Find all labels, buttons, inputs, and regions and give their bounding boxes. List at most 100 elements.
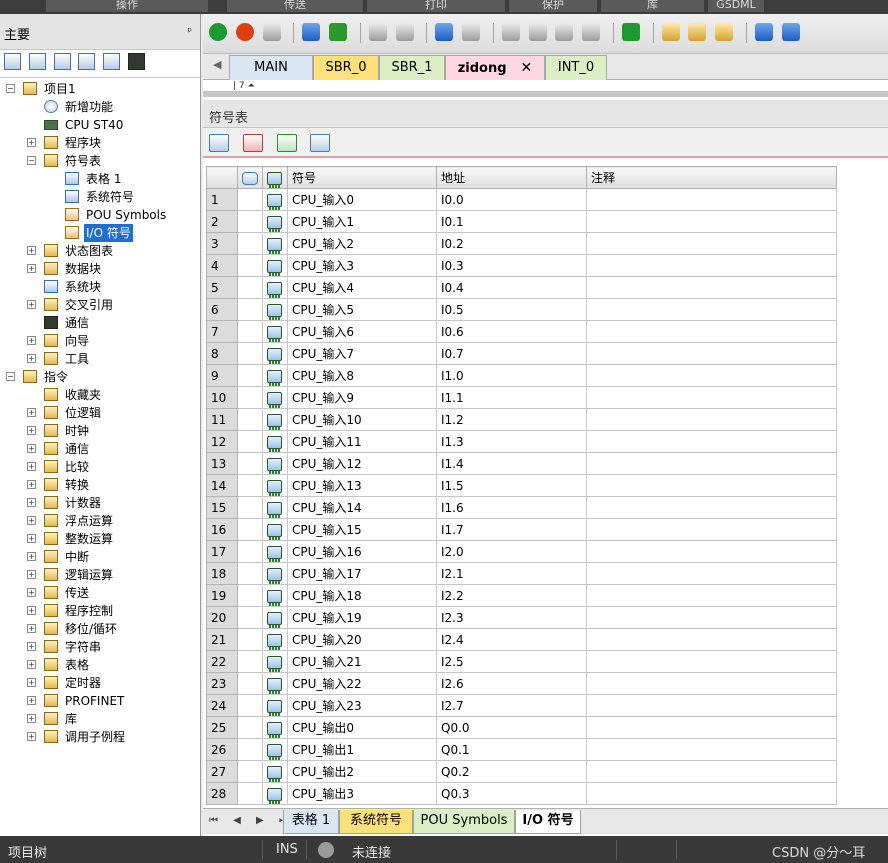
row-number[interactable]: 18 — [206, 562, 238, 585]
expand-icon[interactable]: + — [27, 678, 36, 687]
table-row[interactable]: 7 CPU_输入6 I0.6 — [206, 320, 837, 343]
tab-sbr1[interactable]: SBR_1 — [379, 55, 445, 80]
symbol-cell[interactable]: CPU_输入3 — [287, 254, 437, 277]
comment-cell[interactable] — [586, 430, 837, 453]
comment-cell[interactable] — [586, 452, 837, 475]
tree-item[interactable]: + 程序块 — [0, 134, 200, 152]
run-icon[interactable] — [209, 23, 227, 41]
comment-cell[interactable] — [586, 562, 837, 585]
tree-item[interactable]: + 位逻辑 — [0, 404, 200, 422]
add-table-icon[interactable] — [209, 134, 229, 152]
tree-item[interactable]: + 逻辑运算 — [0, 566, 200, 584]
tree-item[interactable]: POU Symbols — [0, 206, 200, 224]
tree-item[interactable]: I/O 符号 — [0, 224, 200, 242]
tree-item[interactable]: 收藏夹 — [0, 386, 200, 404]
symbol-cell[interactable]: CPU_输入12 — [287, 452, 437, 475]
address-cell[interactable]: I1.3 — [436, 430, 587, 453]
address-cell[interactable]: I2.3 — [436, 606, 587, 629]
symbol-cell[interactable]: CPU_输入14 — [287, 496, 437, 519]
symbol-cell[interactable]: CPU_输入9 — [287, 386, 437, 409]
row-number[interactable]: 17 — [206, 540, 238, 563]
row-number[interactable]: 3 — [206, 232, 238, 255]
ribbon-tab-transfer[interactable]: 传送 — [227, 0, 363, 12]
pin-icon[interactable]: ᵖ — [187, 25, 192, 38]
address-cell[interactable]: I1.6 — [436, 496, 587, 519]
comment-cell[interactable] — [586, 716, 837, 739]
view-system-icon[interactable] — [103, 53, 121, 70]
symbol-cell[interactable]: CPU_输入22 — [287, 672, 437, 695]
tab-scroll-left-icon[interactable]: ◀ — [213, 58, 221, 71]
symbol-cell[interactable]: CPU_输入1 — [287, 210, 437, 233]
expand-icon[interactable]: + — [27, 606, 36, 615]
program-status-icon[interactable] — [435, 23, 454, 41]
address-cell[interactable]: I0.4 — [436, 276, 587, 299]
symbol-cell[interactable]: CPU_输出1 — [287, 738, 437, 761]
row-number[interactable]: 6 — [206, 298, 238, 321]
tree-item[interactable]: + 调用子例程 — [0, 728, 200, 746]
table-row[interactable]: 11 CPU_输入10 I1.2 — [206, 408, 837, 431]
address-cell[interactable]: I0.2 — [436, 232, 587, 255]
view-comm-icon[interactable] — [128, 53, 146, 70]
lock-add-icon[interactable] — [715, 23, 734, 41]
address-cell[interactable]: Q0.2 — [436, 760, 587, 783]
tree-item[interactable]: + PROFINET — [0, 692, 200, 710]
symbol-cell[interactable]: CPU_输入23 — [287, 694, 437, 717]
address-cell[interactable]: I0.3 — [436, 254, 587, 277]
tab-main[interactable]: MAIN — [229, 55, 313, 80]
expand-icon[interactable]: + — [27, 660, 36, 669]
sheet-tab-io-symbols[interactable]: I/O 符号 — [515, 810, 581, 834]
ribbon-tab-library[interactable]: 库 — [601, 0, 704, 12]
address-cell[interactable]: I2.2 — [436, 584, 587, 607]
coil-icon[interactable] — [528, 23, 547, 41]
ribbon-tab-print[interactable]: 打印 — [367, 0, 505, 12]
collapse-icon[interactable]: − — [6, 372, 15, 381]
table-row[interactable]: 20 CPU_输入19 I2.3 — [206, 606, 837, 629]
comment-cell[interactable] — [586, 584, 837, 607]
comment-cell[interactable] — [586, 650, 837, 673]
symbol-cell[interactable]: CPU_输入19 — [287, 606, 437, 629]
table-row[interactable]: 17 CPU_输入16 I2.0 — [206, 540, 837, 563]
expand-icon[interactable]: + — [27, 642, 36, 651]
expand-icon[interactable]: + — [27, 534, 36, 543]
line-icon[interactable] — [781, 23, 800, 41]
sheet-tab-system-symbols[interactable]: 系统符号 — [339, 810, 413, 834]
tree-item[interactable]: − 符号表 — [0, 152, 200, 170]
address-cell[interactable]: I2.6 — [436, 672, 587, 695]
expand-icon[interactable]: + — [27, 246, 36, 255]
tree-item[interactable]: + 浮点运算 — [0, 512, 200, 530]
address-cell[interactable]: I2.4 — [436, 628, 587, 651]
address-cell[interactable]: I2.0 — [436, 540, 587, 563]
address-cell[interactable]: Q0.1 — [436, 738, 587, 761]
comment-cell[interactable] — [586, 496, 837, 519]
expand-icon[interactable]: + — [27, 336, 36, 345]
tree-item[interactable]: + 表格 — [0, 656, 200, 674]
tree-item[interactable]: + 程序控制 — [0, 602, 200, 620]
expand-icon[interactable]: + — [27, 570, 36, 579]
table-row[interactable]: 26 CPU_输出1 Q0.1 — [206, 738, 837, 761]
expand-icon[interactable]: + — [27, 408, 36, 417]
row-number[interactable]: 8 — [206, 342, 238, 365]
tree-item[interactable]: + 中断 — [0, 548, 200, 566]
symbol-cell[interactable]: CPU_输入21 — [287, 650, 437, 673]
expand-icon[interactable]: + — [27, 714, 36, 723]
comment-cell[interactable] — [586, 364, 837, 387]
table-row[interactable]: 18 CPU_输入17 I2.1 — [206, 562, 837, 585]
expand-icon[interactable]: + — [27, 444, 36, 453]
tree-item[interactable]: + 交叉引用 — [0, 296, 200, 314]
stop-icon[interactable] — [235, 23, 254, 41]
unlock-icon[interactable] — [688, 23, 707, 41]
row-number[interactable]: 28 — [206, 782, 238, 805]
tree-item[interactable]: + 比较 — [0, 458, 200, 476]
row-number[interactable]: 13 — [206, 452, 238, 475]
table-row[interactable]: 3 CPU_输入2 I0.2 — [206, 232, 837, 255]
download-icon[interactable] — [329, 23, 348, 41]
view-program-icon[interactable] — [4, 53, 21, 70]
table-row[interactable]: 15 CPU_输入14 I1.6 — [206, 496, 837, 519]
symbol-cell[interactable]: CPU_输入7 — [287, 342, 437, 365]
address-cell[interactable]: I0.1 — [436, 210, 587, 233]
row-number[interactable]: 22 — [206, 650, 238, 673]
comment-cell[interactable] — [586, 694, 837, 717]
comment-cell[interactable] — [586, 342, 837, 365]
symbol-cell[interactable]: CPU_输出3 — [287, 782, 437, 805]
view-data-icon[interactable] — [78, 53, 96, 70]
